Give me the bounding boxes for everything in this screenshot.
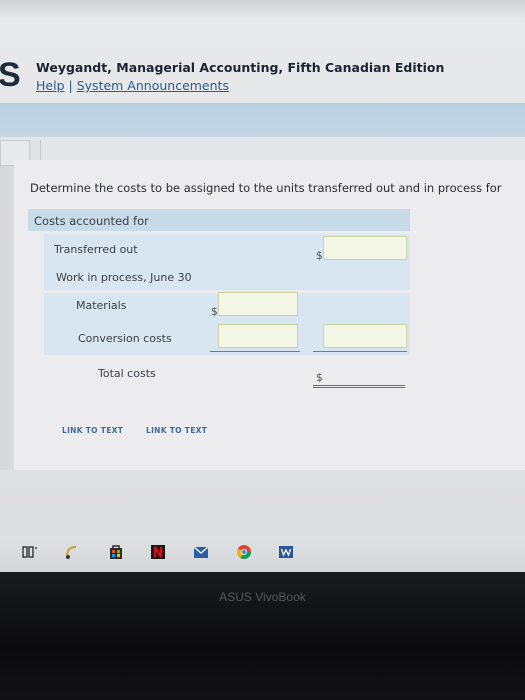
materials-dollar: $ (211, 306, 218, 318)
word-icon[interactable] (278, 544, 294, 560)
total-costs-dollar: $ (316, 372, 323, 384)
header-links: Help | System Announcements (36, 78, 229, 93)
taskview-icon[interactable] (22, 544, 38, 560)
laptop-brand: ASUS VivoBook (219, 590, 306, 604)
wip-label: Work in process, June 30 (56, 271, 192, 284)
wip-subtotal-input[interactable] (323, 324, 407, 348)
store-icon[interactable] (108, 544, 124, 560)
site-logo: S (0, 56, 21, 94)
transferred-out-label: Transferred out (54, 243, 138, 256)
question-prompt: Determine the costs to be assigned to th… (30, 181, 502, 195)
laptop-screen: S Weygandt, Managerial Accounting, Fifth… (0, 0, 525, 572)
chrome-icon[interactable] (236, 544, 252, 560)
conversion-costs-input[interactable] (218, 324, 298, 348)
materials-label: Materials (76, 299, 127, 312)
help-link[interactable]: Help (36, 78, 65, 93)
link-to-text-1[interactable]: LINK TO TEXT (62, 426, 123, 435)
wip-subtotal-underline (313, 351, 407, 352)
transferred-out-input[interactable] (323, 236, 407, 260)
browser-top-bar (0, 0, 525, 18)
transferred-out-dollar: $ (316, 250, 323, 262)
conversion-underline (210, 351, 300, 352)
total-costs-label: Total costs (98, 367, 156, 380)
link-separator: | (68, 78, 73, 93)
timeline-icon[interactable] (64, 544, 80, 560)
netflix-icon[interactable] (150, 544, 166, 560)
materials-input[interactable] (218, 292, 298, 316)
link-to-text-2[interactable]: LINK TO TEXT (146, 426, 207, 435)
conversion-costs-label: Conversion costs (78, 332, 172, 345)
costs-header-label: Costs accounted for (34, 214, 149, 228)
mail-icon[interactable] (193, 544, 209, 560)
total-double-underline (313, 385, 405, 388)
course-title: Weygandt, Managerial Accounting, Fifth C… (36, 60, 445, 75)
system-announcements-link[interactable]: System Announcements (77, 78, 229, 93)
navigation-band (0, 103, 525, 137)
